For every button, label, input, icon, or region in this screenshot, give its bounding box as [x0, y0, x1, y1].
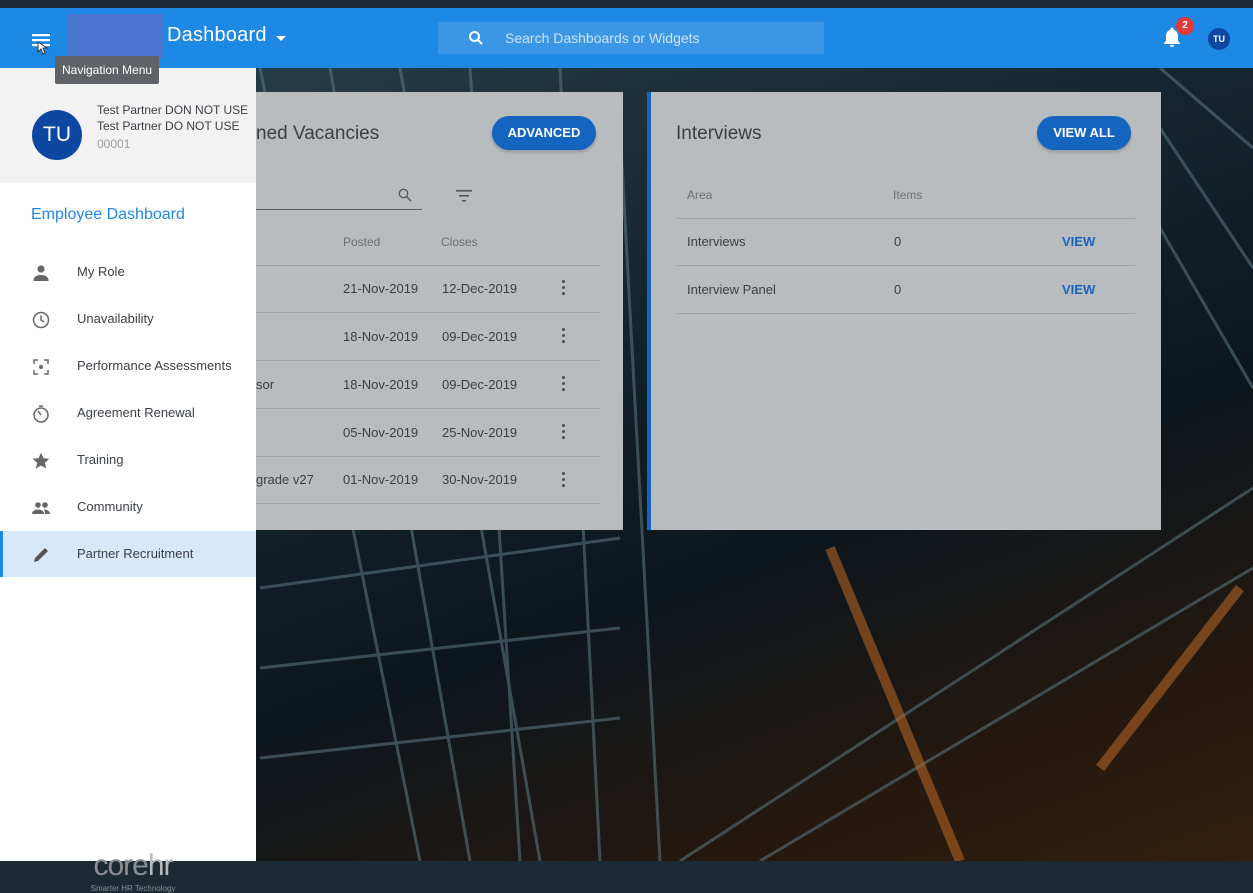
posted-date: 21-Nov-2019: [343, 281, 419, 296]
interviews-card: Interviews VIEW ALL Area Items Interview…: [647, 92, 1161, 530]
nav-item-label: Unavailability: [77, 311, 154, 326]
nav-item-training[interactable]: Training: [0, 437, 256, 483]
avatar[interactable]: TU: [32, 110, 82, 160]
view-link[interactable]: VIEW: [1062, 234, 1095, 249]
more-vert-icon[interactable]: [562, 328, 566, 344]
vacancy-title: sor: [256, 377, 275, 392]
dashboard-selector[interactable]: Dashboard: [167, 24, 267, 47]
section-title[interactable]: Employee Dashboard: [31, 206, 185, 224]
logo-core: core: [93, 849, 148, 882]
posted-date: 01-Nov-2019: [343, 472, 419, 487]
divider: [256, 408, 600, 409]
nav-item-label: Partner Recruitment: [77, 546, 194, 561]
divider: [256, 503, 600, 504]
closes-date: 30-Nov-2019: [442, 472, 518, 487]
nav-item-performance-assessments[interactable]: Performance Assessments: [0, 343, 256, 389]
posted-date: 18-Nov-2019: [343, 377, 419, 392]
search-bar[interactable]: Search Dashboards or Widgets: [438, 22, 824, 54]
closes-date: 09-Dec-2019: [442, 377, 518, 392]
column-header-items[interactable]: Items: [893, 188, 922, 202]
navigation-menu-tooltip: Navigation Menu: [55, 56, 160, 84]
card-title: Interviews: [676, 123, 762, 144]
top-app-bar: Dashboard Search Dashboards or Widgets 2…: [0, 8, 1253, 68]
divider: [256, 312, 600, 313]
view-link[interactable]: VIEW: [1062, 282, 1095, 297]
logo-wordmark: corehr: [78, 851, 188, 881]
more-vert-icon[interactable]: [562, 376, 566, 392]
caret-down-icon[interactable]: [276, 36, 286, 41]
navigation-drawer: TU Test Partner DON NOT USE Test Partner…: [0, 68, 256, 893]
posted-date: 18-Nov-2019: [343, 329, 419, 344]
hamburger-icon: [32, 34, 50, 55]
timer-icon: [33, 405, 49, 423]
nav-item-label: Performance Assessments: [77, 358, 232, 373]
divider: [256, 360, 600, 361]
closes-date: 09-Dec-2019: [442, 329, 518, 344]
nav-item-unavailability[interactable]: Unavailability: [0, 296, 256, 342]
logo-tagline: Smarter HR Technology: [90, 884, 176, 893]
people-icon: [32, 502, 50, 514]
nav-item-my-role[interactable]: My Role: [0, 249, 256, 295]
user-profile: TU Test Partner DON NOT USE Test Partner…: [0, 68, 256, 183]
advanced-button[interactable]: ADVANCED: [492, 116, 596, 150]
search-field-underline: [256, 209, 422, 210]
user-avatar[interactable]: TU: [1208, 28, 1230, 50]
area-name: Interviews: [687, 234, 746, 249]
divider: [677, 218, 1135, 219]
star-icon: [32, 452, 50, 469]
divider: [677, 313, 1135, 314]
person-icon: [33, 265, 49, 281]
focus-icon: [33, 359, 49, 375]
more-vert-icon[interactable]: [562, 424, 566, 440]
user-display-name: Test Partner DO NOT USE: [97, 119, 240, 133]
nav-item-label: Community: [77, 499, 143, 514]
column-header-area[interactable]: Area: [687, 188, 712, 202]
posted-date: 05-Nov-2019: [343, 425, 419, 440]
view-all-button[interactable]: VIEW ALL: [1037, 116, 1131, 150]
company-logo: [68, 14, 164, 58]
column-header-posted[interactable]: Posted: [343, 235, 380, 249]
notification-badge: 2: [1176, 17, 1194, 35]
vacancies-card: ned Vacancies ADVANCED Posted Closes 21-…: [256, 92, 623, 530]
search-input[interactable]: Search Dashboards or Widgets: [505, 30, 700, 46]
nav-item-agreement-renewal[interactable]: Agreement Renewal: [0, 390, 256, 436]
search-icon: [469, 31, 483, 45]
search-icon[interactable]: [398, 188, 412, 202]
card-title: ned Vacancies: [256, 123, 380, 144]
filter-icon[interactable]: [455, 188, 473, 204]
nav-item-partner-recruitment[interactable]: Partner Recruitment: [0, 531, 256, 577]
more-vert-icon[interactable]: [562, 472, 566, 488]
corehr-logo: corehr Smarter HR Technology: [78, 851, 188, 893]
vacancy-title: grade v27: [256, 472, 314, 487]
divider: [256, 265, 600, 266]
nav-item-label: Agreement Renewal: [77, 405, 195, 420]
divider: [256, 456, 600, 457]
item-count: 0: [894, 282, 902, 297]
logo-hr: hr: [147, 849, 174, 882]
menu-button[interactable]: [26, 28, 56, 58]
user-id: 00001: [97, 137, 131, 151]
closes-date: 25-Nov-2019: [442, 425, 518, 440]
item-count: 0: [894, 234, 902, 249]
closes-date: 12-Dec-2019: [442, 281, 518, 296]
more-vert-icon[interactable]: [562, 280, 566, 296]
nav-item-label: My Role: [77, 264, 125, 279]
column-header-closes[interactable]: Closes: [441, 235, 478, 249]
divider: [677, 265, 1135, 266]
nav-item-community[interactable]: Community: [0, 484, 256, 530]
user-name: Test Partner DON NOT USE: [97, 103, 249, 117]
nav-item-label: Training: [77, 452, 124, 467]
pencil-icon: [34, 548, 48, 562]
clock-icon: [32, 311, 50, 329]
area-name: Interview Panel: [687, 282, 776, 297]
